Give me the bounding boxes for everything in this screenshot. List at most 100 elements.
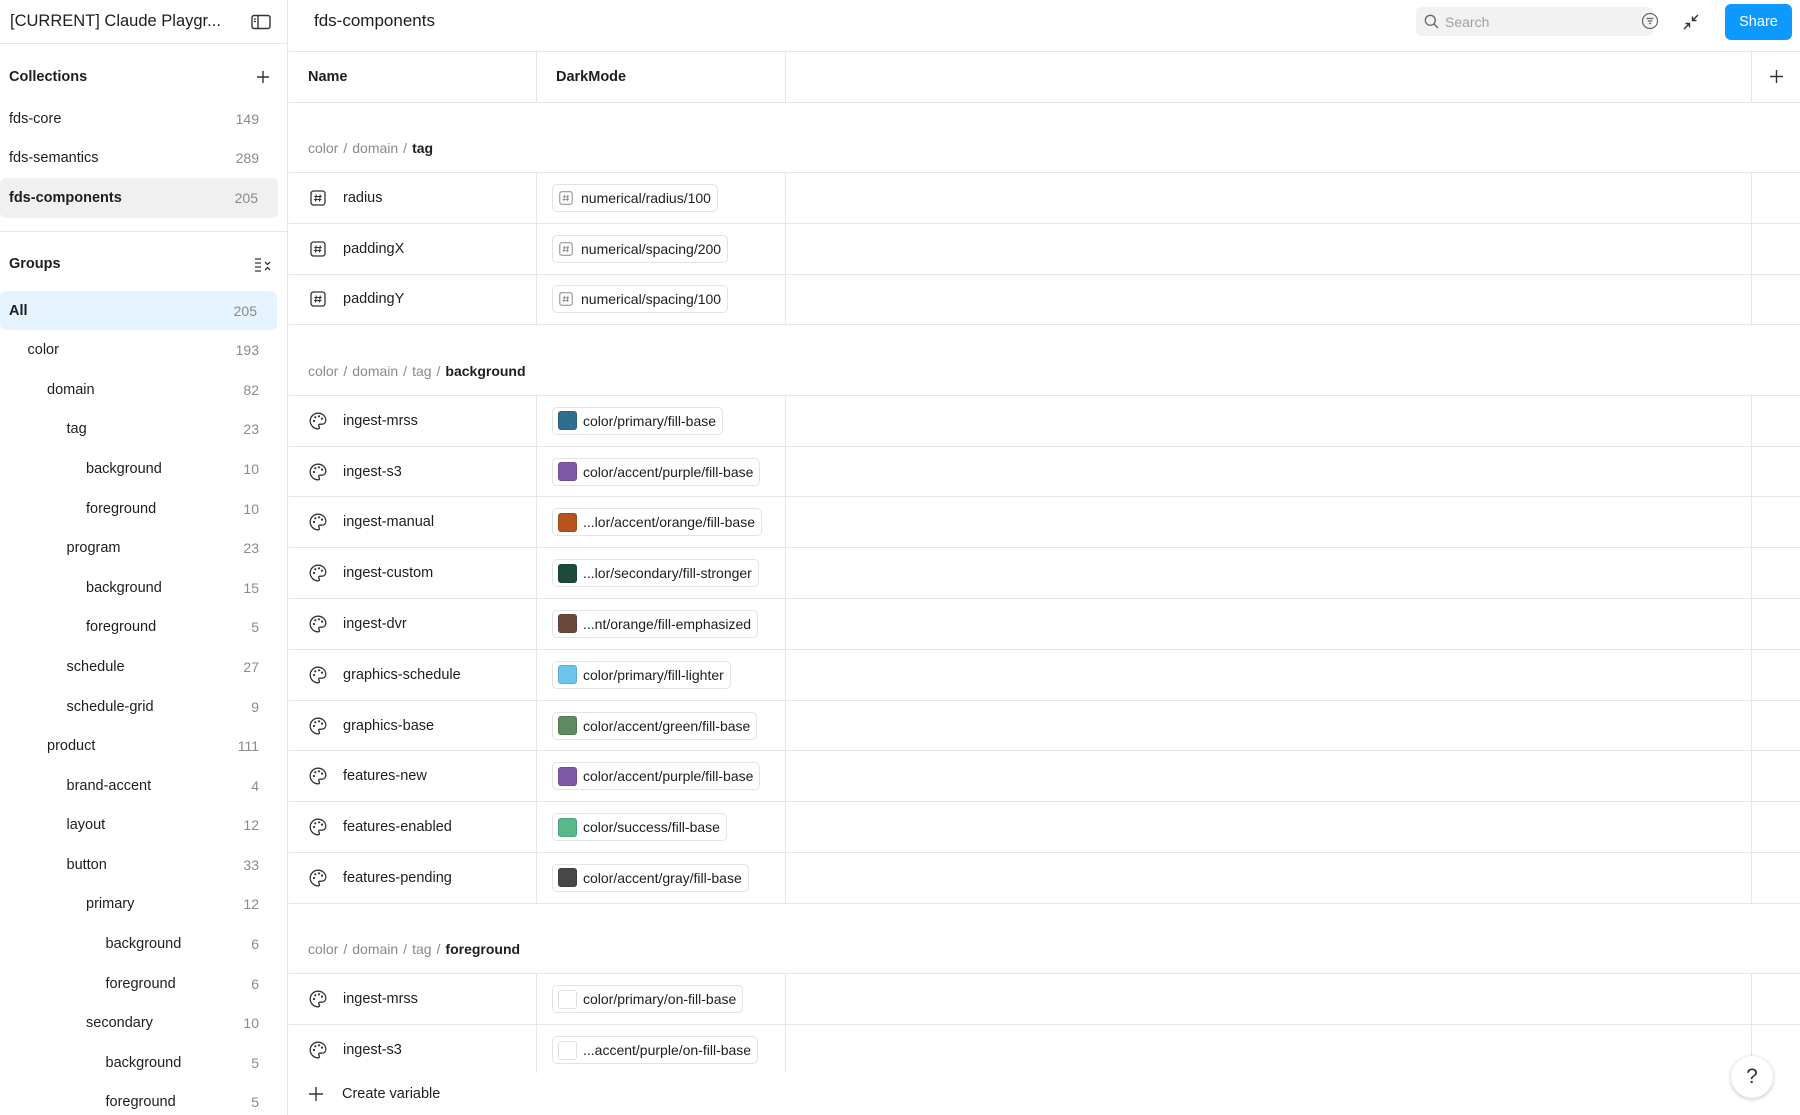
table-row[interactable]: ingest-s3 color/accent/purple/fill-base <box>289 446 1800 498</box>
table-row[interactable]: ingest-s3 ...accent/purple/on-fill-base <box>289 1025 1800 1076</box>
variable-name-cell[interactable]: features-pending <box>289 853 537 903</box>
variable-value-cell[interactable]: ...accent/purple/on-fill-base <box>537 1025 786 1075</box>
group-item[interactable]: schedule-grid 9 <box>0 687 279 727</box>
variable-name-cell[interactable]: radius <box>289 173 537 223</box>
variable-name-cell[interactable]: ingest-custom <box>289 548 537 599</box>
table-row[interactable]: features-new color/accent/purple/fill-bas… <box>289 751 1800 803</box>
variable-value-cell[interactable]: color/accent/purple/fill-base <box>537 751 786 802</box>
collection-item[interactable]: fds-core 149 <box>0 99 279 139</box>
table-row[interactable]: ingest-mrss color/primary/on-fill-base <box>289 974 1800 1026</box>
file-title[interactable]: [CURRENT] Claude Playgr... <box>10 12 230 31</box>
group-count: 111 <box>237 738 259 755</box>
variable-name-cell[interactable]: ingest-mrss <box>289 395 537 446</box>
variable-value-cell[interactable]: color/primary/fill-lighter <box>537 649 786 700</box>
search-input[interactable] <box>1445 13 1615 30</box>
group-item[interactable]: layout 12 <box>0 806 279 846</box>
variable-name-cell[interactable]: features-enabled <box>289 802 537 853</box>
create-variable-button[interactable]: Create variable <box>289 1073 1800 1115</box>
table-row[interactable]: features-enabled color/success/fill-base <box>289 802 1800 854</box>
variable-value-cell[interactable]: numerical/radius/100 <box>537 173 786 223</box>
group-item[interactable]: foreground 10 <box>0 489 279 529</box>
group-item[interactable]: All 205 <box>0 290 277 331</box>
alias-pill[interactable]: color/accent/green/fill-base <box>552 711 758 740</box>
alias-pill[interactable]: ...lor/secondary/fill-stronger <box>552 559 759 588</box>
collection-item[interactable]: fds-semantics 289 <box>0 139 279 179</box>
table-row[interactable]: ingest-custom ...lor/secondary/fill-stron… <box>289 548 1800 600</box>
alias-pill[interactable]: ...accent/purple/on-fill-base <box>552 1036 759 1065</box>
alias-pill[interactable]: color/accent/gray/fill-base <box>552 863 749 892</box>
group-item[interactable]: background 5 <box>0 1043 279 1083</box>
group-item[interactable]: foreground 5 <box>0 1083 279 1115</box>
variable-value-cell[interactable]: numerical/spacing/200 <box>537 223 786 274</box>
group-item[interactable]: domain 82 <box>0 370 279 410</box>
table-row[interactable]: radius numerical/radius/100 <box>289 173 1800 224</box>
add-mode-button[interactable] <box>1752 52 1800 102</box>
alias-pill[interactable]: color/primary/on-fill-base <box>552 985 744 1014</box>
group-item[interactable]: product 111 <box>0 726 279 766</box>
variable-name-cell[interactable]: ingest-s3 <box>289 446 537 497</box>
alias-pill[interactable]: color/primary/fill-lighter <box>552 660 731 689</box>
variable-value-cell[interactable]: color/success/fill-base <box>537 802 786 853</box>
collection-item[interactable]: fds-components 205 <box>0 178 278 218</box>
group-item[interactable]: button 33 <box>0 845 279 885</box>
table-row[interactable]: graphics-schedule color/primary/fill-ligh… <box>289 649 1800 701</box>
variable-value-cell[interactable]: ...lor/accent/orange/fill-base <box>537 497 786 548</box>
collapse-groups-button[interactable] <box>247 248 279 280</box>
minimize-button[interactable] <box>1677 8 1705 36</box>
toggle-sidebar-button[interactable] <box>245 6 277 38</box>
group-item[interactable]: background 15 <box>0 568 279 608</box>
variable-name-cell[interactable]: ingest-s3 <box>289 1025 537 1075</box>
table-row[interactable]: paddingY numerical/spacing/100 <box>289 274 1800 326</box>
table-row[interactable]: features-pending color/accent/gray/fill-b… <box>289 853 1800 904</box>
group-item[interactable]: schedule 27 <box>0 647 279 687</box>
table-row[interactable]: graphics-base color/accent/green/fill-bas… <box>289 700 1800 752</box>
variable-name-cell[interactable]: ingest-mrss <box>289 974 537 1025</box>
alias-pill[interactable]: ...lor/accent/orange/fill-base <box>552 508 762 537</box>
variable-value-cell[interactable]: color/primary/fill-base <box>537 395 786 446</box>
variable-value-cell[interactable]: color/primary/on-fill-base <box>537 974 786 1025</box>
group-item[interactable]: foreground 5 <box>0 608 279 648</box>
variable-name-cell[interactable]: ingest-dvr <box>289 599 537 649</box>
variable-name-cell[interactable]: paddingX <box>289 223 537 274</box>
add-collection-button[interactable] <box>247 61 279 93</box>
variable-value-cell[interactable]: color/accent/green/fill-base <box>537 700 786 751</box>
filter-button[interactable] <box>1639 10 1661 32</box>
variable-name-cell[interactable]: graphics-schedule <box>289 649 537 700</box>
variable-name-cell[interactable]: paddingY <box>289 274 537 325</box>
help-button[interactable]: ? <box>1731 1056 1773 1098</box>
group-item[interactable]: secondary 10 <box>0 1003 279 1043</box>
variable-value-cell[interactable]: color/accent/gray/fill-base <box>537 853 786 903</box>
group-item[interactable]: background 10 <box>0 449 279 489</box>
table-row[interactable]: ingest-mrss color/primary/fill-base <box>289 395 1800 447</box>
group-item[interactable]: color 193 <box>0 330 279 370</box>
variable-value-cell[interactable]: color/accent/purple/fill-base <box>537 446 786 497</box>
alias-pill[interactable]: color/accent/purple/fill-base <box>552 457 761 486</box>
group-item[interactable]: program 23 <box>0 528 279 568</box>
alias-pill[interactable]: color/primary/fill-base <box>552 406 724 435</box>
alias-pill[interactable]: ...nt/orange/fill-emphasized <box>552 609 759 638</box>
table-row[interactable]: ingest-dvr ...nt/orange/fill-emphasized <box>289 599 1800 650</box>
alias-pill[interactable]: numerical/spacing/100 <box>552 285 729 314</box>
search-box[interactable] <box>1416 7 1653 36</box>
variable-value-cell[interactable]: ...lor/secondary/fill-stronger <box>537 548 786 599</box>
alias-pill[interactable]: color/accent/purple/fill-base <box>552 762 761 791</box>
alias-pill[interactable]: numerical/spacing/200 <box>552 234 729 263</box>
table-row[interactable]: ingest-manual ...lor/accent/orange/fill-b… <box>289 497 1800 549</box>
group-item[interactable]: foreground 6 <box>0 964 279 1004</box>
alias-pill[interactable]: numerical/radius/100 <box>552 183 718 212</box>
variable-value-cell[interactable]: ...nt/orange/fill-emphasized <box>537 599 786 649</box>
variable-name-cell[interactable]: features-new <box>289 751 537 802</box>
row-end <box>1752 173 1800 223</box>
group-item[interactable]: tag 23 <box>0 410 279 450</box>
variable-name-cell[interactable]: ingest-manual <box>289 497 537 548</box>
alias-pill[interactable]: color/success/fill-base <box>552 813 727 842</box>
group-item[interactable]: primary 12 <box>0 885 279 925</box>
column-header-name[interactable]: Name <box>289 51 537 102</box>
group-item[interactable]: brand-accent 4 <box>0 766 279 806</box>
variable-value-cell[interactable]: numerical/spacing/100 <box>537 274 786 325</box>
variable-name-cell[interactable]: graphics-base <box>289 700 537 751</box>
column-header-darkmode[interactable]: DarkMode <box>537 51 786 102</box>
group-item[interactable]: background 6 <box>0 924 279 964</box>
table-row[interactable]: paddingX numerical/spacing/200 <box>289 223 1800 275</box>
share-button[interactable]: Share <box>1725 4 1792 40</box>
